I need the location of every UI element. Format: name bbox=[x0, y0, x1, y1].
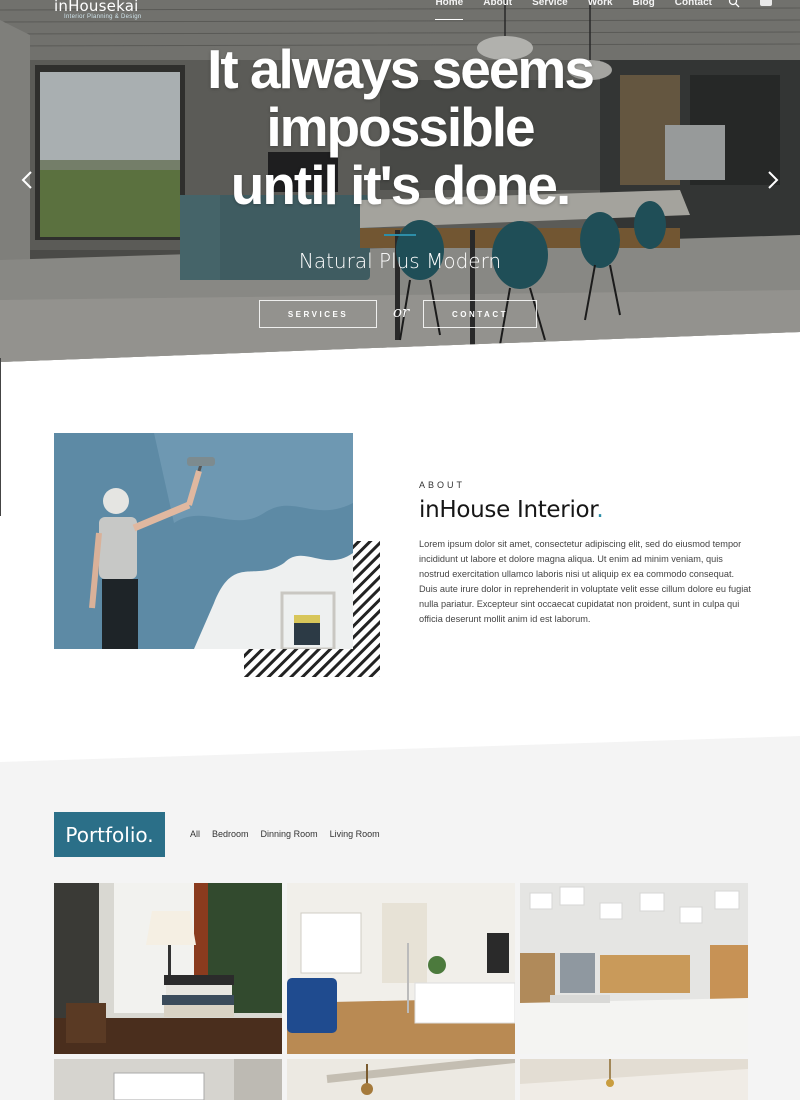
portfolio-title: Portfolio. bbox=[54, 812, 165, 857]
contact-button[interactable]: CONTACT bbox=[423, 300, 537, 328]
filter-bedroom[interactable]: Bedroom bbox=[212, 829, 249, 839]
nav-item-home[interactable]: Home bbox=[435, 0, 463, 20]
page-edge-line bbox=[0, 358, 1, 516]
brand-logo[interactable]: inHousekai Interior Planning & Design bbox=[54, 0, 142, 20]
about-image bbox=[54, 433, 353, 649]
search-icon[interactable] bbox=[728, 0, 740, 8]
about-title-dot: . bbox=[596, 497, 604, 523]
nav-item-contact[interactable]: Contact bbox=[675, 0, 712, 15]
about-body: Lorem ipsum dolor sit amet, consectetur … bbox=[419, 539, 751, 624]
hero-title-line: impossible bbox=[266, 96, 535, 158]
filter-all[interactable]: All bbox=[190, 829, 200, 839]
portfolio-filters: All Bedroom Dinning Room Living Room bbox=[190, 829, 380, 839]
main-nav: Home About Service Work Blog Contact bbox=[435, 0, 772, 20]
about-title-text: inHouse Interior bbox=[419, 497, 597, 523]
portfolio-item[interactable] bbox=[54, 883, 282, 1054]
portfolio-item[interactable] bbox=[287, 1059, 515, 1100]
nav-item-blog[interactable]: Blog bbox=[633, 0, 655, 15]
about-title: inHouse Interior. bbox=[419, 497, 604, 523]
portfolio-item[interactable] bbox=[54, 1059, 282, 1100]
brand-tagline: Interior Planning & Design bbox=[64, 14, 142, 20]
cart-icon[interactable] bbox=[760, 0, 772, 6]
hero-subtitle: Natural Plus Modern bbox=[298, 249, 502, 273]
portfolio-item[interactable] bbox=[520, 1059, 748, 1100]
portfolio-item[interactable] bbox=[520, 883, 748, 1054]
portfolio-item[interactable] bbox=[287, 883, 515, 1054]
hero-title: It always seems impossible until it's do… bbox=[0, 40, 800, 214]
hero-title-line: until it's done. bbox=[230, 154, 572, 216]
filter-living-room[interactable]: Living Room bbox=[330, 829, 380, 839]
hero-divider bbox=[384, 234, 416, 236]
nav-item-work[interactable]: Work bbox=[588, 0, 613, 15]
nav-item-service[interactable]: Service bbox=[532, 0, 568, 15]
hero-title-line: It always seems bbox=[207, 38, 595, 100]
services-button[interactable]: SERVICES bbox=[259, 300, 377, 328]
filter-dinning-room[interactable]: Dinning Room bbox=[261, 829, 318, 839]
nav-item-about[interactable]: About bbox=[483, 0, 512, 15]
about-eyebrow: ABOUT bbox=[419, 480, 466, 490]
hero-separator: or bbox=[393, 303, 410, 321]
